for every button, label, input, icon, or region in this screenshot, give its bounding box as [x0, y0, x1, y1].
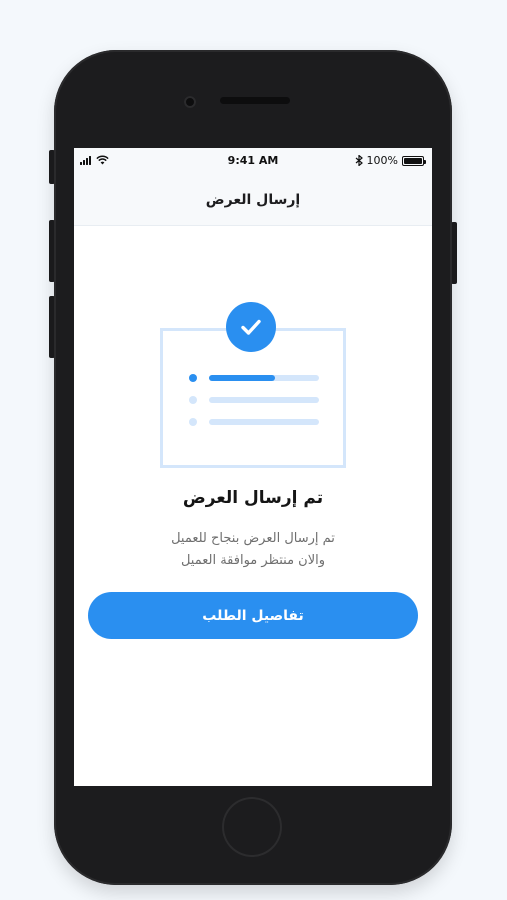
navigation-bar: إرسال العرض: [74, 174, 432, 226]
success-title: تم إرسال العرض: [182, 488, 324, 508]
status-bar: 9:41 AM 100%: [74, 148, 432, 174]
success-description: تم إرسال العرض بنجاح للعميل والان منتظر …: [114, 528, 392, 572]
bullet-dot: [189, 396, 197, 404]
earpiece-speaker: [220, 97, 290, 104]
check-icon: [241, 319, 261, 335]
description-line: تم إرسال العرض بنجاح للعميل: [171, 531, 335, 546]
order-details-button[interactable]: تفاصيل الطلب: [88, 592, 418, 639]
placeholder-line: [209, 419, 319, 425]
battery-percent: 100%: [366, 154, 398, 167]
progress-track: [209, 375, 319, 381]
status-right-group: 100%: [355, 154, 426, 167]
page-title: إرسال العرض: [205, 191, 301, 208]
battery-level: [404, 157, 422, 164]
front-camera: [184, 96, 196, 108]
bluetooth-icon: [355, 155, 363, 166]
placeholder-line: [209, 397, 319, 403]
bullet-dot: [189, 418, 197, 426]
bullet-dot: [189, 374, 197, 382]
battery-icon: [402, 155, 426, 166]
success-badge: [226, 302, 276, 352]
offer-sent-illustration: [160, 302, 346, 468]
progress-fill: [209, 375, 275, 381]
phone-screen: 9:41 AM 100% إرسال العرض تم إرسال العرض …: [74, 148, 432, 786]
home-button[interactable]: [222, 797, 282, 857]
description-line: والان منتظر موافقة العميل: [180, 553, 326, 568]
